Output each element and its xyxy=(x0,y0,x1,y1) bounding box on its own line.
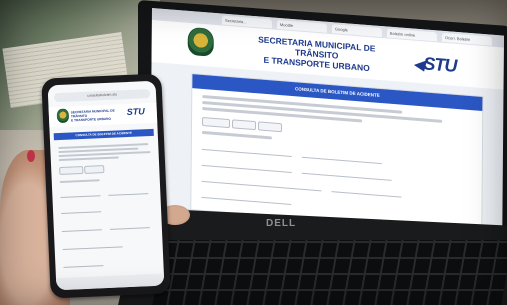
logo-arrow-icon: ◀ xyxy=(413,55,424,73)
phone-screen: consultaboletim.stu SECRETARIA MUNICIPAL… xyxy=(47,80,165,291)
keyboard xyxy=(152,240,507,305)
laptop-brand: DELL xyxy=(266,218,297,229)
fingernail xyxy=(27,150,35,162)
form-field[interactable] xyxy=(201,188,292,205)
form-field[interactable] xyxy=(201,172,322,192)
option-chip[interactable] xyxy=(202,116,231,129)
phone-form-field[interactable] xyxy=(60,205,102,214)
form-field[interactable] xyxy=(201,140,292,158)
city-crest-icon xyxy=(187,26,214,57)
phone-crest-icon xyxy=(56,108,70,124)
text-line xyxy=(58,156,119,162)
form-field[interactable] xyxy=(301,164,392,181)
phone-nav-bar[interactable] xyxy=(55,273,165,291)
form-field[interactable] xyxy=(201,156,292,173)
phone-form-field[interactable] xyxy=(108,187,149,196)
phone-option-chip[interactable] xyxy=(84,165,105,174)
form-field[interactable] xyxy=(301,148,382,165)
phone-url-bar[interactable]: consultaboletim.stu xyxy=(53,88,151,103)
phone-card-heading: CONSULTA DE BOLETIM DE ACIDENTE xyxy=(53,128,154,141)
logo-text: STU xyxy=(423,53,457,76)
option-chip[interactable] xyxy=(232,119,257,131)
phone-form-field[interactable] xyxy=(63,259,104,268)
phone-page-title: SECRETARIA MUNICIPAL DE TRÂNSITO E TRANS… xyxy=(71,108,121,123)
option-chip[interactable] xyxy=(258,121,283,133)
phone-form-field[interactable] xyxy=(60,189,101,198)
form-field[interactable] xyxy=(331,183,402,198)
phone-stu-logo: STU xyxy=(126,106,145,118)
photo: Secretaria... Moodle Google Boletim onli… xyxy=(0,0,507,305)
laptop: Secretaria... Moodle Google Boletim onli… xyxy=(118,0,507,305)
phone-form-field[interactable] xyxy=(62,240,123,250)
section-label xyxy=(59,179,100,184)
smartphone: consultaboletim.stu SECRETARIA MUNICIPAL… xyxy=(41,73,171,299)
stu-logo: ◀STU xyxy=(414,53,457,77)
phone-option-chip[interactable] xyxy=(59,165,84,176)
phone-form-field[interactable] xyxy=(109,221,150,230)
section-label xyxy=(201,130,272,140)
phone-form-field[interactable] xyxy=(61,223,102,232)
